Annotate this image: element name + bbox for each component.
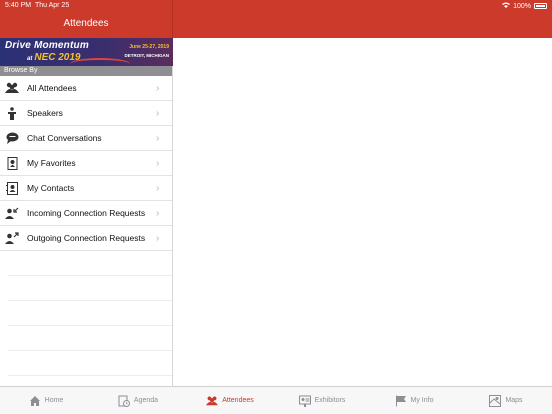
tab-bar: Home Agenda Attendees Exhibitors My Info… xyxy=(0,386,552,414)
empty-list-row xyxy=(8,351,172,376)
banner-swoosh xyxy=(70,58,130,66)
agenda-icon xyxy=(118,395,130,407)
tab-label: My Info xyxy=(410,397,434,404)
app-screen: 5:40 PM Thu Apr 25 100% Attendees Drive … xyxy=(0,0,552,414)
sidebar-item-incoming-connection-requests[interactable]: Incoming Connection Requests › xyxy=(0,201,172,226)
sidebar-item-outgoing-connection-requests[interactable]: Outgoing Connection Requests › xyxy=(0,226,172,251)
people-icon xyxy=(5,81,19,95)
exhibitors-icon xyxy=(298,395,311,407)
chevron-right-icon: › xyxy=(156,232,160,244)
section-header-browse-by: Browse By xyxy=(0,66,172,76)
empty-list-row xyxy=(8,276,172,301)
header-divider xyxy=(172,0,173,38)
podium-icon xyxy=(5,106,19,120)
empty-list-row xyxy=(8,251,172,276)
sidebar: Drive Momentum at NEC 2019 June 25-27, 20… xyxy=(0,38,173,386)
tab-label: Agenda xyxy=(133,397,159,404)
home-icon xyxy=(29,395,40,406)
chat-bubble-icon xyxy=(5,131,19,145)
sidebar-item-label: All Attendees xyxy=(27,83,77,93)
sidebar-item-label: My Favorites xyxy=(27,158,76,168)
tab-label: Maps xyxy=(505,397,523,404)
tab-label: Home xyxy=(44,397,64,404)
status-bar: 5:40 PM Thu Apr 25 100% xyxy=(0,0,552,11)
incoming-request-icon xyxy=(5,206,19,220)
attendees-icon xyxy=(206,396,219,405)
empty-list-row xyxy=(8,326,172,351)
page-title: Attendees xyxy=(63,18,109,29)
battery-icon xyxy=(534,3,547,9)
sidebar-item-label: Chat Conversations xyxy=(27,133,102,143)
sidebar-item-chat-conversations[interactable]: Chat Conversations › xyxy=(0,126,172,151)
chevron-right-icon: › xyxy=(156,82,160,94)
sidebar-item-label: Outgoing Connection Requests xyxy=(27,233,146,243)
event-banner[interactable]: Drive Momentum at NEC 2019 June 25-27, 20… xyxy=(0,38,173,66)
contacts-book-icon xyxy=(5,181,19,195)
sidebar-item-label: Speakers xyxy=(27,108,63,118)
status-right: 100% xyxy=(502,2,547,10)
bookmark-icon xyxy=(5,156,19,170)
sidebar-item-label: My Contacts xyxy=(27,183,75,193)
chevron-right-icon: › xyxy=(156,182,160,194)
chevron-right-icon: › xyxy=(156,107,160,119)
wifi-icon xyxy=(502,2,511,10)
status-time: 5:40 PM Thu Apr 25 xyxy=(5,2,70,9)
tab-home[interactable]: Home xyxy=(0,387,92,414)
map-icon xyxy=(489,394,502,407)
chevron-right-icon: › xyxy=(156,157,160,169)
banner-dates: June 25-27, 2019 xyxy=(129,44,169,50)
sidebar-item-speakers[interactable]: Speakers › xyxy=(0,101,172,126)
top-bar: 5:40 PM Thu Apr 25 100% Attendees xyxy=(0,0,552,38)
detail-pane xyxy=(174,38,552,386)
flag-icon xyxy=(395,395,406,406)
tab-exhibitors[interactable]: Exhibitors xyxy=(276,387,368,414)
battery-percent: 100% xyxy=(513,2,531,10)
tab-label: Attendees xyxy=(222,397,254,404)
chevron-right-icon: › xyxy=(156,132,160,144)
tab-my-info[interactable]: My Info xyxy=(368,387,460,414)
outgoing-request-icon xyxy=(5,231,19,245)
tab-attendees[interactable]: Attendees xyxy=(184,387,276,414)
sidebar-item-all-attendees[interactable]: All Attendees › xyxy=(0,76,172,101)
sidebar-item-my-favorites[interactable]: My Favorites › xyxy=(0,151,172,176)
chevron-right-icon: › xyxy=(156,207,160,219)
sidebar-item-my-contacts[interactable]: My Contacts › xyxy=(0,176,172,201)
banner-location: DETROIT, MICHIGAN xyxy=(124,53,170,58)
tab-label: Exhibitors xyxy=(314,397,346,404)
tab-agenda[interactable]: Agenda xyxy=(92,387,184,414)
empty-list-row xyxy=(8,301,172,326)
banner-title: Drive Momentum xyxy=(5,40,89,51)
tab-maps[interactable]: Maps xyxy=(460,387,552,414)
sidebar-item-label: Incoming Connection Requests xyxy=(27,208,146,218)
